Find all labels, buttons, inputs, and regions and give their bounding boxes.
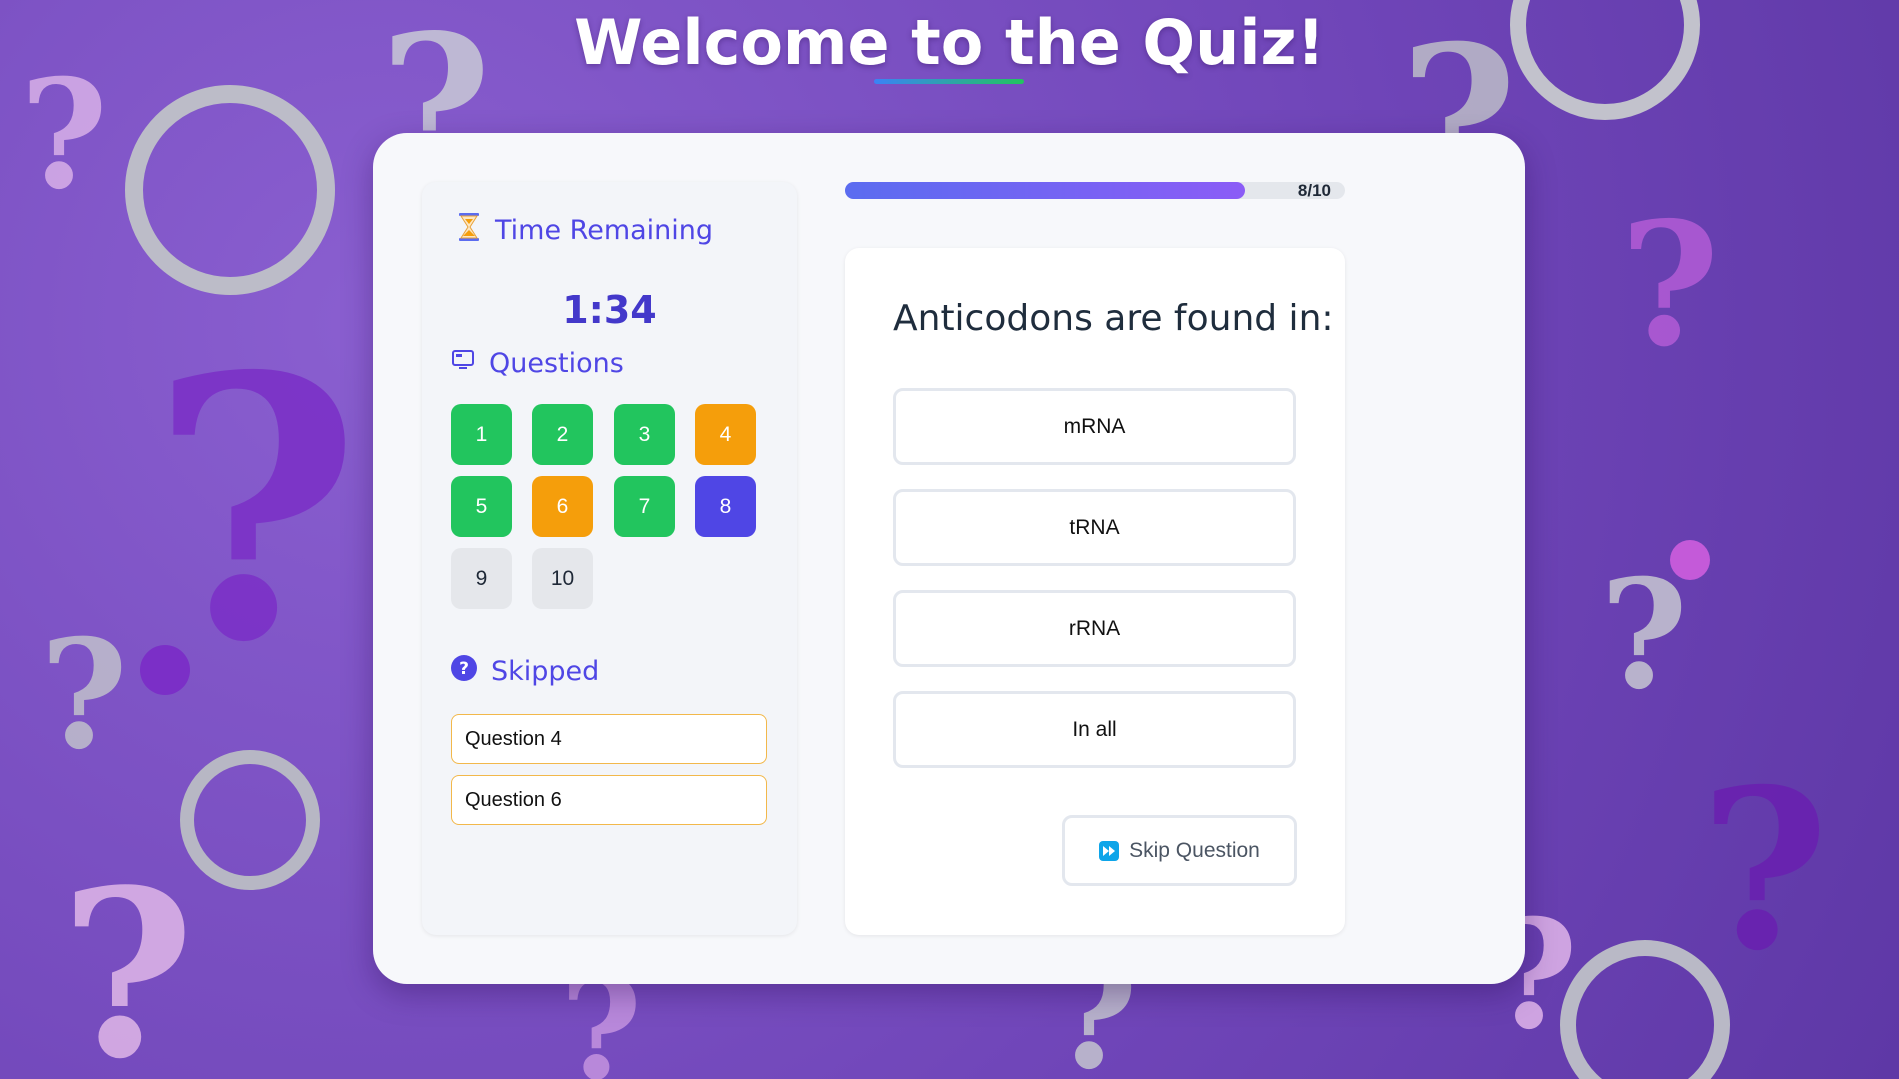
skipped-header: ? Skipped [451,655,599,688]
skip-question-label: Skip Question [1129,838,1260,862]
fast-forward-icon [1099,840,1120,861]
question-button-8[interactable]: 8 [695,476,756,537]
question-button-6[interactable]: 6 [532,476,593,537]
progress-fill [845,182,1245,199]
question-button-4[interactable]: 4 [695,404,756,465]
question-button-3[interactable]: 3 [614,404,675,465]
question-button-2[interactable]: 2 [532,404,593,465]
questions-header: Questions [451,348,624,379]
skipped-label: Skipped [491,656,600,687]
question-button-5[interactable]: 5 [451,476,512,537]
answer-option-in-all[interactable]: In all [893,691,1296,768]
answer-option-trna[interactable]: tRNA [893,489,1296,566]
progress-bar: 8/10 [845,182,1345,199]
page-title: Welcome to the Quiz! [574,6,1325,79]
quiz-card: Time Remaining 1:34 Questions 1 2 3 4 5 … [373,133,1525,984]
question-button-1[interactable]: 1 [451,404,512,465]
question-button-10[interactable]: 10 [532,548,593,609]
question-panel: Anticodons are found in: mRNA tRNA rRNA … [845,248,1345,935]
question-button-7[interactable]: 7 [614,476,675,537]
time-remaining-label: Time Remaining [495,215,714,246]
progress-text: 8/10 [1297,181,1331,200]
time-remaining-header: Time Remaining [457,212,713,249]
svg-text:?: ? [459,659,469,679]
question-button-9[interactable]: 9 [451,548,512,609]
skipped-item-question-6[interactable]: Question 6 [451,775,767,825]
question-circle-icon: ? [451,655,477,688]
answer-option-mrna[interactable]: mRNA [893,388,1296,465]
question-text: Anticodons are found in: [893,298,1334,339]
questions-label: Questions [489,348,624,379]
title-underline [874,79,1024,84]
skip-question-button[interactable]: Skip Question [1062,815,1297,886]
answer-option-rrna[interactable]: rRNA [893,590,1296,667]
monitor-icon [451,348,475,379]
sidebar: Time Remaining 1:34 Questions 1 2 3 4 5 … [422,182,797,935]
timer-value: 1:34 [562,288,657,332]
skipped-item-question-4[interactable]: Question 4 [451,714,767,764]
hourglass-icon [457,212,481,249]
